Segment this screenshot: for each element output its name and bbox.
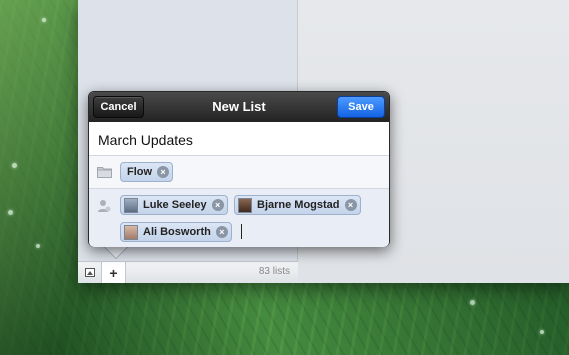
list-count: 83 lists <box>258 266 290 277</box>
list-name-row <box>89 122 389 156</box>
folder-row: Flow × <box>89 156 389 189</box>
person-token[interactable]: Luke Seeley × <box>120 195 228 215</box>
person-token-label: Bjarne Mogstad <box>257 199 340 211</box>
person-token-label: Ali Bosworth <box>143 226 211 238</box>
person-icon <box>98 200 111 212</box>
photo-button[interactable] <box>78 262 102 283</box>
water-drop <box>12 163 17 168</box>
text-caret <box>241 224 242 239</box>
folder-icon <box>97 167 112 178</box>
water-drop <box>470 300 475 305</box>
remove-token-icon[interactable]: × <box>344 199 357 211</box>
remove-token-icon[interactable]: × <box>157 166 170 178</box>
people-row: Luke Seeley × Bjarne Mogstad × Ali Boswo… <box>89 189 389 247</box>
photo-icon <box>84 268 95 277</box>
person-token[interactable]: Bjarne Mogstad × <box>234 195 361 215</box>
water-drop <box>42 18 46 22</box>
avatar <box>238 197 252 213</box>
add-list-button[interactable]: + <box>102 262 126 283</box>
remove-token-icon[interactable]: × <box>215 226 228 238</box>
water-drop <box>8 210 13 215</box>
sidebar-footer: + 83 lists <box>78 261 298 283</box>
folder-token[interactable]: Flow × <box>120 162 174 182</box>
person-token[interactable]: Ali Bosworth × <box>120 222 232 242</box>
water-drop <box>540 330 544 334</box>
avatar <box>124 224 138 240</box>
popover-header: Cancel New List Save <box>89 92 389 122</box>
person-token-label: Luke Seeley <box>143 199 207 211</box>
avatar <box>124 197 138 213</box>
list-name-input[interactable] <box>98 131 378 149</box>
new-list-popover: Cancel New List Save Flow × Luke Seeley … <box>88 91 390 247</box>
water-drop <box>36 244 40 248</box>
popover-arrow <box>104 246 128 258</box>
remove-token-icon[interactable]: × <box>211 199 224 211</box>
save-button[interactable]: Save <box>337 96 385 118</box>
folder-token-label: Flow <box>127 166 153 178</box>
plus-icon: + <box>109 264 118 281</box>
